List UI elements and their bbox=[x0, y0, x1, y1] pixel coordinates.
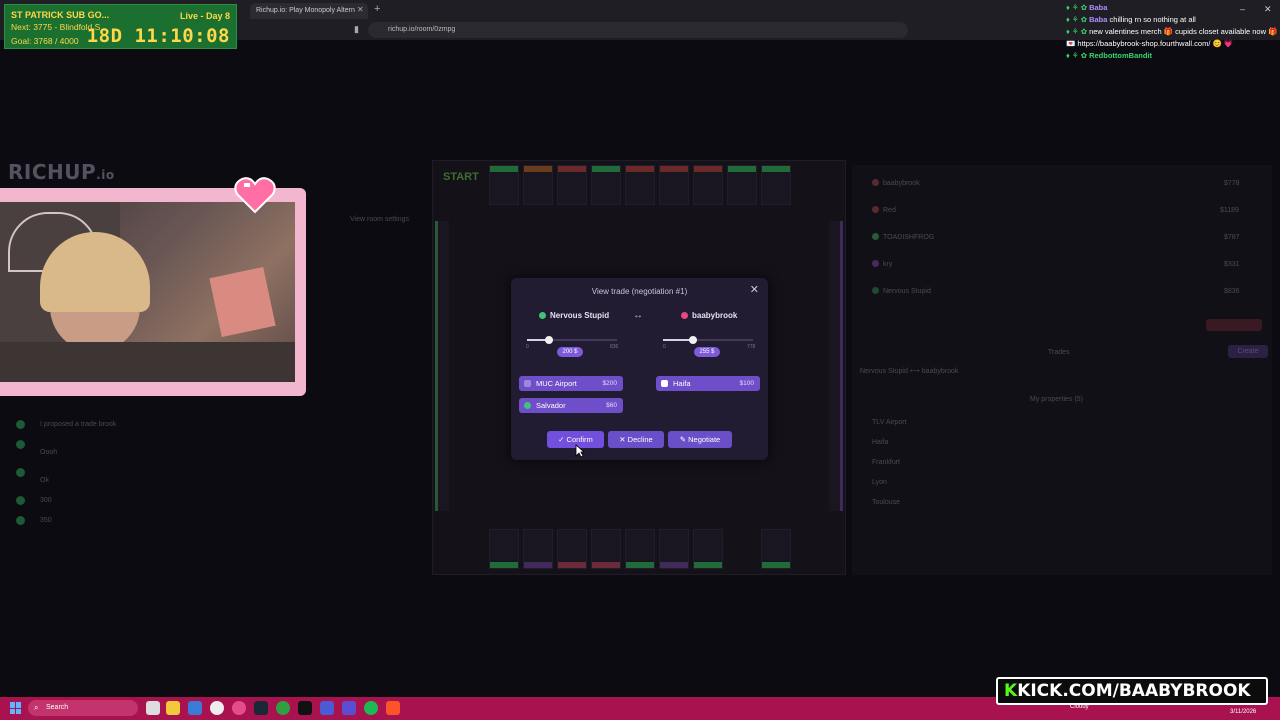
property-item[interactable]: Toulouse bbox=[872, 499, 900, 506]
app-icon[interactable] bbox=[188, 701, 202, 715]
chat-message: 300 bbox=[40, 497, 52, 504]
chat-avatar bbox=[16, 420, 25, 429]
steam-icon[interactable] bbox=[254, 701, 268, 715]
player-row[interactable]: Red bbox=[872, 206, 896, 214]
chat-avatar bbox=[16, 468, 25, 477]
trades-label: Trades bbox=[1048, 349, 1070, 356]
flag-icon bbox=[524, 402, 531, 409]
player-money: $778 bbox=[1224, 180, 1240, 187]
player-money: $836 bbox=[1224, 288, 1240, 295]
close-icon[interactable]: ✕ bbox=[750, 283, 759, 296]
tab-title: Richup.io: Play Monopoly Altern bbox=[256, 7, 355, 14]
windows-start-icon[interactable] bbox=[10, 702, 22, 714]
search-icon: ⌕ bbox=[34, 703, 39, 712]
swap-icon: ↔ bbox=[633, 310, 643, 321]
slider-knob[interactable] bbox=[544, 336, 553, 344]
create-trade-button[interactable]: Create bbox=[1228, 345, 1268, 358]
stream-chat: ♦ ⚘ ✿ Baba ♦ ⚘ ✿ Baba chilling rn so not… bbox=[1066, 2, 1278, 62]
slider-min: 0 bbox=[663, 344, 666, 350]
left-player-name: Nervous Stupid bbox=[539, 311, 609, 320]
slider-max: 778 bbox=[747, 344, 756, 350]
players-panel: baabybrook $778 Red $1189 TOADISHFROG $7… bbox=[852, 165, 1272, 575]
right-player-name: baabybrook bbox=[681, 311, 737, 320]
slider-max: 836 bbox=[610, 344, 619, 350]
goal-progress: Goal: 3768 / 4000 bbox=[11, 36, 79, 46]
my-properties-label: My properties (5) bbox=[1030, 396, 1083, 403]
trade-property-card[interactable]: Salvador $60 bbox=[519, 398, 623, 413]
kick-banner: KKICK.COM/BAABYBROOK bbox=[996, 677, 1268, 705]
richup-logo: RICHUP.io bbox=[8, 160, 115, 184]
app-icon[interactable] bbox=[298, 701, 312, 715]
flag-icon bbox=[661, 380, 668, 387]
trade-property-card[interactable]: Haifa $100 bbox=[656, 376, 760, 391]
address-bar[interactable]: richup.io/room/0zmpg bbox=[368, 22, 908, 38]
start-corner: START bbox=[443, 171, 479, 183]
property-item[interactable]: Frankfurt bbox=[872, 459, 900, 466]
chat-message: 350 bbox=[40, 517, 52, 524]
app-icon[interactable] bbox=[232, 701, 246, 715]
view-room-settings[interactable]: View room settings bbox=[350, 216, 409, 223]
right-money-value[interactable]: 255 $ bbox=[694, 347, 720, 357]
slider-min: 0 bbox=[526, 344, 529, 350]
player-row[interactable]: Nervous Stupid bbox=[872, 287, 931, 295]
app-icon[interactable] bbox=[342, 701, 356, 715]
taskbar-search[interactable]: Search bbox=[28, 700, 138, 716]
airplane-icon bbox=[524, 380, 531, 387]
player-money: $331 bbox=[1224, 261, 1240, 268]
negotiate-button[interactable]: ✎ Negotiate bbox=[668, 431, 732, 448]
chat-line: ♦ ⚘ ✿ new valentines merch 🎁 cupids clos… bbox=[1066, 27, 1278, 48]
folder-icon[interactable] bbox=[166, 701, 180, 715]
search-label: Search bbox=[46, 704, 69, 711]
property-item[interactable]: TLV Airport bbox=[872, 419, 907, 426]
bookmark-icon[interactable]: ▮ bbox=[354, 24, 359, 35]
chat-message: Ok bbox=[40, 477, 49, 484]
browser-tab[interactable]: Richup.io: Play Monopoly Altern bbox=[250, 3, 368, 19]
leave-button[interactable] bbox=[1206, 319, 1262, 331]
app-icon[interactable] bbox=[320, 701, 334, 715]
chat-avatar bbox=[16, 496, 25, 505]
countdown: 18D 11:10:08 bbox=[86, 25, 230, 47]
trade-modal: View trade (negotiation #1) ✕ Nervous St… bbox=[511, 278, 768, 460]
brave-icon[interactable] bbox=[386, 701, 400, 715]
new-tab-icon[interactable]: + bbox=[374, 3, 380, 15]
chat-line: ♦ ⚘ ✿ Baba bbox=[1066, 3, 1108, 12]
modal-title: View trade (negotiation #1) bbox=[591, 287, 688, 296]
webcam-video bbox=[0, 202, 295, 382]
left-money-slider[interactable] bbox=[527, 336, 617, 344]
subathon-timer: ST PATRICK SUB GO... Next: 3775 - Blindf… bbox=[4, 4, 237, 49]
decline-button[interactable]: ✕ Decline bbox=[608, 431, 664, 448]
chat-line: ♦ ⚘ ✿ RedbottomBandit bbox=[1066, 51, 1153, 60]
property-item[interactable]: Lyon bbox=[872, 479, 887, 486]
app-icon[interactable] bbox=[276, 701, 290, 715]
tab-close-icon[interactable]: ✕ bbox=[357, 5, 364, 14]
chat-avatar bbox=[16, 440, 25, 449]
mouse-cursor-icon bbox=[575, 444, 585, 458]
chat-avatar bbox=[16, 516, 25, 525]
chat-message: Oooh bbox=[40, 449, 58, 456]
slider-knob[interactable] bbox=[688, 336, 697, 344]
right-money-slider[interactable] bbox=[663, 336, 753, 344]
task-view-icon[interactable] bbox=[146, 701, 160, 715]
trade-property-card[interactable]: MUC Airport $200 bbox=[519, 376, 623, 391]
player-row[interactable]: kry bbox=[872, 260, 892, 268]
player-row[interactable]: baabybrook bbox=[872, 179, 920, 187]
left-money-value[interactable]: 200 $ bbox=[557, 347, 583, 357]
player-money: $1189 bbox=[1220, 207, 1239, 214]
trade-entry[interactable]: Nervous Stupid ⟷ baabybrook bbox=[860, 367, 958, 375]
goal-name: ST PATRICK SUB GO... bbox=[11, 10, 110, 20]
chat-message: I proposed a trade brook bbox=[40, 421, 117, 428]
app-icon[interactable] bbox=[210, 701, 224, 715]
url-text: richup.io/room/0zmpg bbox=[388, 26, 456, 33]
live-day: Live - Day 8 bbox=[179, 11, 230, 21]
property-item[interactable]: Haifa bbox=[872, 439, 888, 446]
player-row[interactable]: TOADISHFROG bbox=[872, 233, 934, 241]
date: 3/11/2026 bbox=[1230, 709, 1257, 715]
spotify-icon[interactable] bbox=[364, 701, 378, 715]
heart-icon bbox=[234, 177, 276, 214]
chat-line: ♦ ⚘ ✿ Baba chilling rn so nothing at all bbox=[1066, 15, 1196, 24]
player-money: $787 bbox=[1224, 234, 1240, 241]
